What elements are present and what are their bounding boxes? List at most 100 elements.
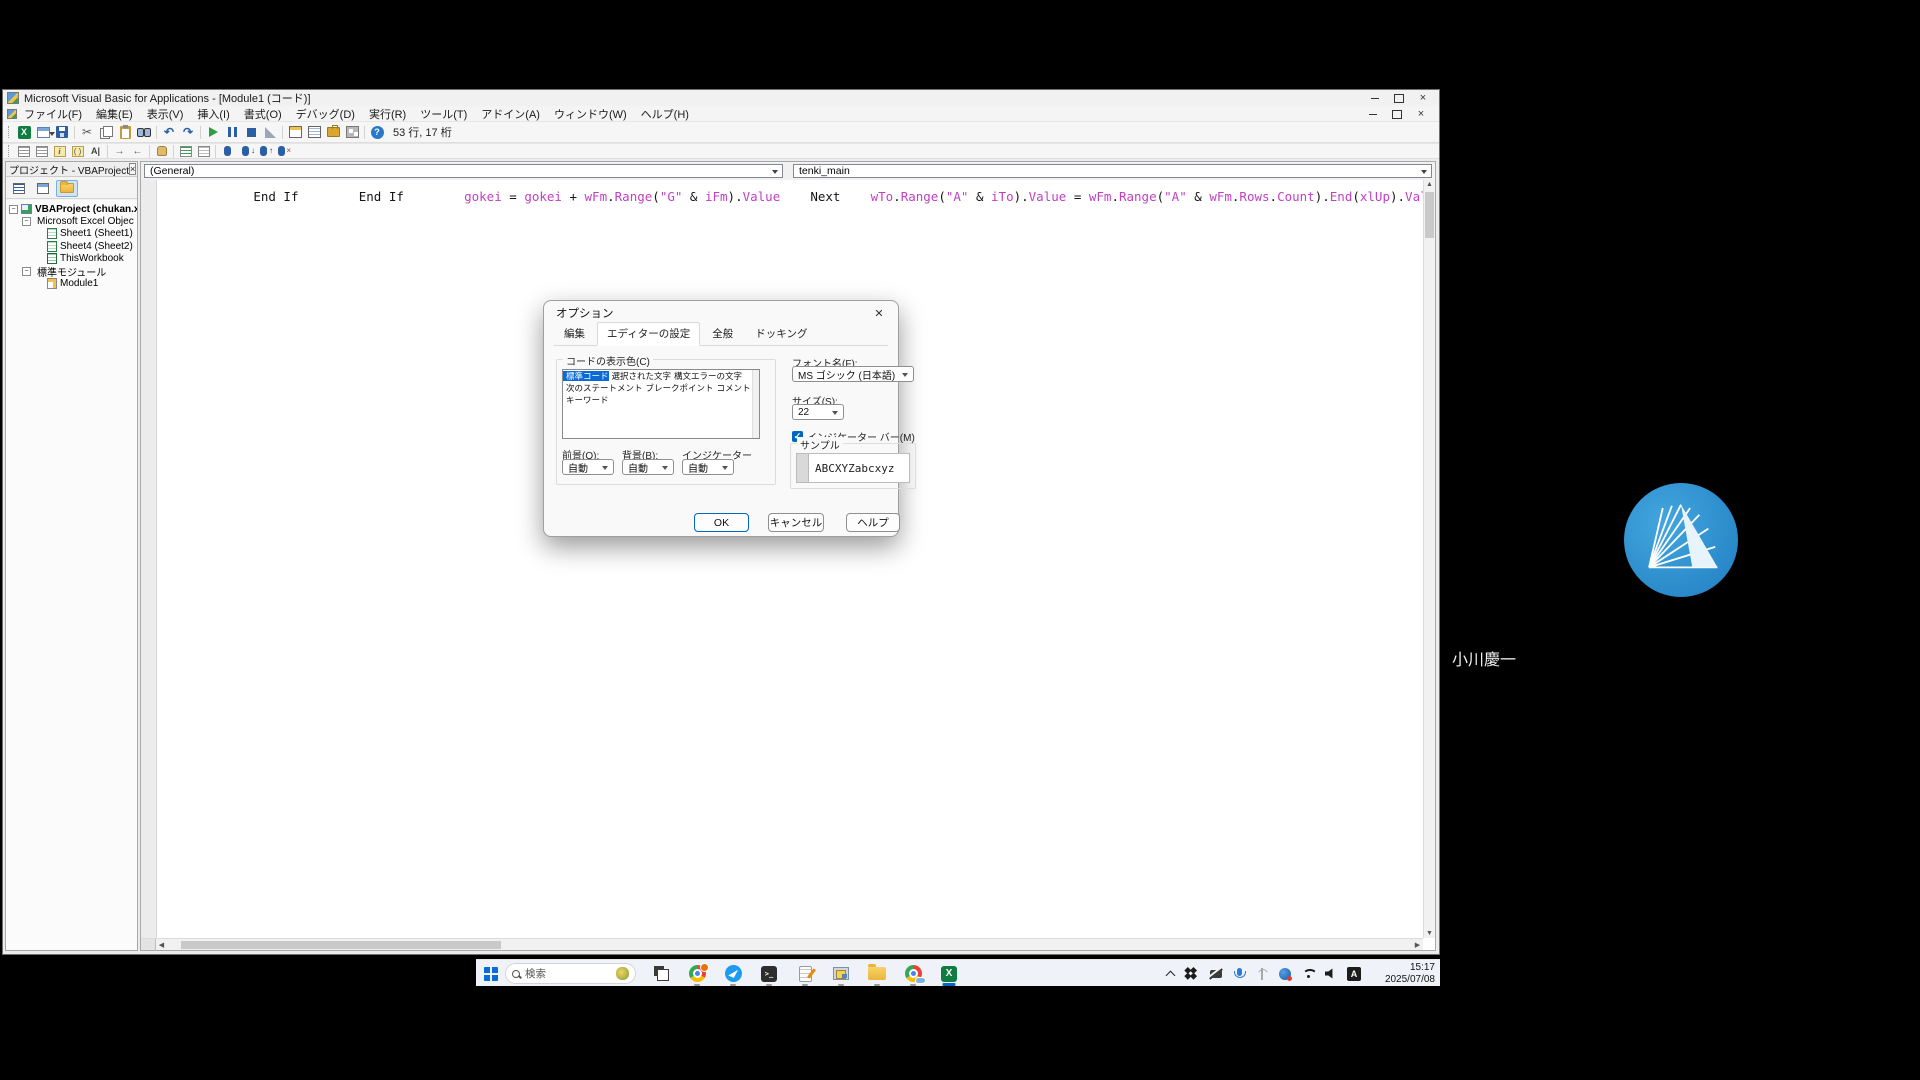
- color-list-item[interactable]: 標準コード: [563, 371, 609, 381]
- menu-item[interactable]: ファイル(F): [17, 106, 89, 122]
- object-browser-button[interactable]: [343, 123, 361, 141]
- properties-window-button[interactable]: [305, 123, 323, 141]
- list-properties-button[interactable]: [15, 144, 32, 158]
- break-button[interactable]: [223, 123, 241, 141]
- color-list-item[interactable]: 構文エラーの文字: [671, 371, 742, 381]
- tree-item[interactable]: Sheet1 (Sheet1): [6, 228, 137, 240]
- chevron-up-icon[interactable]: [1162, 966, 1178, 982]
- chrome-drive-icon[interactable]: [901, 962, 925, 986]
- comment-block-button[interactable]: [177, 144, 194, 158]
- list-constants-button[interactable]: [33, 144, 50, 158]
- minimize-button[interactable]: [1363, 91, 1387, 105]
- save-button[interactable]: [53, 123, 71, 141]
- chrome-icon[interactable]: [685, 962, 709, 986]
- foreground-dropdown[interactable]: 自動: [562, 459, 614, 475]
- indent-button[interactable]: [111, 144, 128, 158]
- terminal-icon[interactable]: [757, 962, 781, 986]
- ime-icon[interactable]: [1346, 966, 1362, 982]
- listbox-scrollbar[interactable]: [752, 370, 759, 438]
- tree-item[interactable]: −Microsoft Excel Objec: [6, 215, 137, 227]
- view-object-button[interactable]: [32, 180, 54, 197]
- toggle-folders-button[interactable]: [56, 180, 78, 197]
- find-button[interactable]: [135, 123, 153, 141]
- reset-button[interactable]: [242, 123, 260, 141]
- paste-button[interactable]: [116, 123, 134, 141]
- next-bookmark-button[interactable]: [237, 144, 254, 158]
- maximize-button[interactable]: [1387, 91, 1411, 105]
- tab-全般[interactable]: 全般: [702, 322, 743, 345]
- color-list-item[interactable]: 選択された文字: [609, 371, 672, 381]
- toolbar-grip[interactable]: [8, 126, 11, 138]
- color-list-item[interactable]: 次のステートメント: [563, 383, 643, 393]
- close-button[interactable]: [1411, 91, 1435, 105]
- menu-item[interactable]: 編集(E): [89, 106, 140, 122]
- project-panel-close-icon[interactable]: ×: [129, 163, 136, 175]
- help-button[interactable]: ヘルプ: [846, 513, 900, 532]
- indicator-dropdown[interactable]: 自動: [682, 459, 734, 475]
- clear-bookmarks-button[interactable]: [273, 144, 290, 158]
- menu-item[interactable]: ツール(T): [413, 106, 474, 122]
- parameter-info-button[interactable]: [69, 144, 86, 158]
- tree-expander-icon[interactable]: −: [22, 267, 31, 276]
- undo-button[interactable]: [160, 123, 178, 141]
- toggle-bookmark-button[interactable]: [219, 144, 236, 158]
- menu-item[interactable]: デバッグ(D): [289, 106, 362, 122]
- procedure-dropdown[interactable]: tenki_main: [793, 164, 1432, 178]
- start-button[interactable]: [478, 960, 504, 987]
- menu-item[interactable]: ウィンドウ(W): [547, 106, 634, 122]
- toolbar-grip[interactable]: [8, 145, 11, 157]
- blue-bird-icon[interactable]: [721, 962, 745, 986]
- speaker-icon[interactable]: [1323, 966, 1339, 982]
- tree-item[interactable]: Sheet4 (Sheet2): [6, 240, 137, 252]
- cancel-button[interactable]: キャンセル: [768, 513, 824, 532]
- tab-編集[interactable]: 編集: [554, 322, 595, 345]
- cut-button[interactable]: [78, 123, 96, 141]
- vertical-scrollbar[interactable]: ▲ ▼: [1423, 180, 1435, 938]
- color-list-item[interactable]: コメント: [714, 383, 751, 393]
- toolbox-button[interactable]: [324, 123, 342, 141]
- menu-item[interactable]: 実行(R): [362, 106, 413, 122]
- excel-icon[interactable]: [937, 962, 961, 986]
- menu-item[interactable]: ヘルプ(H): [634, 106, 696, 122]
- child-restore-button[interactable]: [1385, 107, 1409, 121]
- ok-button[interactable]: OK: [694, 513, 749, 532]
- font-name-dropdown[interactable]: MS ゴシック (日本語): [792, 366, 914, 382]
- split-handle[interactable]: [141, 939, 156, 950]
- horizontal-scrollbar[interactable]: ◀ ▶: [141, 938, 1423, 950]
- toggle-breakpoint-button[interactable]: [153, 144, 170, 158]
- menu-item[interactable]: 表示(V): [140, 106, 191, 122]
- tree-item[interactable]: −標準モジュール: [6, 265, 137, 277]
- camera-off-icon[interactable]: [1208, 966, 1224, 982]
- child-minimize-button[interactable]: [1361, 107, 1385, 121]
- quick-info-button[interactable]: [51, 144, 68, 158]
- child-close-button[interactable]: [1409, 107, 1433, 121]
- insert-userform-button[interactable]: [34, 123, 52, 141]
- complete-word-button[interactable]: [87, 144, 104, 158]
- tab-ドッキング[interactable]: ドッキング: [745, 322, 817, 345]
- folder-icon[interactable]: [865, 962, 889, 986]
- vb-app-icon[interactable]: [829, 962, 853, 986]
- object-dropdown[interactable]: (General): [144, 164, 783, 178]
- code-editor[interactable]: End If End If gokei = gokei + wFm.Range(…: [141, 180, 1423, 938]
- outdent-button[interactable]: [129, 144, 146, 158]
- dropbox-icon[interactable]: [1185, 966, 1201, 982]
- help-button[interactable]: [368, 123, 386, 141]
- tree-expander-icon[interactable]: −: [9, 205, 18, 214]
- previous-bookmark-button[interactable]: [255, 144, 272, 158]
- font-size-dropdown[interactable]: 22: [792, 404, 844, 420]
- menu-item[interactable]: 書式(O): [237, 106, 289, 122]
- microphone-icon[interactable]: [1231, 966, 1247, 982]
- dialog-close-icon[interactable]: ✕: [868, 305, 890, 321]
- blue-sphere-icon[interactable]: [1277, 966, 1293, 982]
- tree-expander-icon[interactable]: −: [22, 217, 31, 226]
- task-view-icon[interactable]: [649, 962, 673, 986]
- code-colors-listbox[interactable]: 標準コード選択された文字構文エラーの文字次のステートメントブレークポイントコメン…: [562, 369, 760, 439]
- design-mode-button[interactable]: [261, 123, 279, 141]
- taskbar-clock[interactable]: 15:17 2025/07/08: [1385, 962, 1435, 985]
- project-explorer-button[interactable]: [286, 123, 304, 141]
- tree-item[interactable]: −VBAProject (chukan.x: [6, 203, 137, 215]
- tab-エディターの設定[interactable]: エディターの設定: [597, 322, 700, 346]
- excel-button[interactable]: [15, 123, 33, 141]
- notepad-icon[interactable]: [793, 962, 817, 986]
- tree-item[interactable]: Module1: [6, 277, 137, 289]
